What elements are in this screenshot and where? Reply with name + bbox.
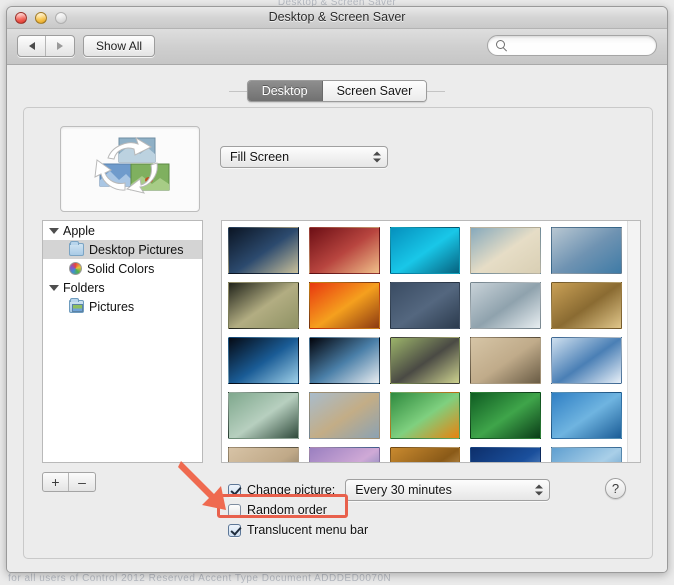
sidebar-group-folders-label: Folders [63,280,105,295]
sidebar-item-pictures[interactable]: Pictures [43,297,202,316]
tab-rule-right [427,90,446,92]
wallpaper-grid-scrollbar[interactable] [627,221,640,462]
stepper-arrows-icon [535,484,544,496]
wallpaper-thumbnail-andromeda-galaxy[interactable] [228,227,299,274]
wallpaper-thumbnail-lion-portrait[interactable] [389,447,461,462]
disclosure-triangle-icon[interactable] [49,284,59,291]
preference-pane-body: Desktop Screen Saver Fill Screen Apple D… [7,65,667,572]
change-interval-value: Every 30 minutes [355,483,452,497]
sidebar-group-apple-label: Apple [63,223,95,238]
wallpaper-thumbnail-green-grass-blades[interactable] [470,392,542,439]
wallpaper-thumbnail-dry-grass-night[interactable] [228,282,299,329]
forward-button[interactable] [46,36,74,56]
translucent-menu-bar-checkbox[interactable] [228,523,241,537]
collection-sidebar[interactable]: Apple Desktop Pictures Solid Colors Fold… [42,220,203,463]
wallpaper-thumbnail-wildebeest-plain[interactable] [470,337,542,384]
wallpaper-thumbnail-antelope-canyon[interactable] [308,227,380,274]
wallpaper-thumbnail-purple-nebula-sky[interactable] [308,447,380,462]
pictures-folder-icon [69,298,84,313]
random-order-row: Random order [228,500,654,520]
stepper-arrows-icon [373,151,381,163]
wallpaper-thumbnail-blue-water-waves[interactable] [389,227,461,274]
wallpaper-thumbnail-golden-canyon-bird[interactable] [551,282,622,329]
window-title: Desktop & Screen Saver [268,10,406,24]
show-all-button[interactable]: Show All [83,35,156,57]
wallpaper-thumbnail-elephant-savanna[interactable] [389,337,461,384]
window-titlebar: Desktop & Screen Saver [7,7,667,29]
sidebar-item-pictures-label: Pictures [89,299,135,314]
sidebar-item-solid-colors[interactable]: Solid Colors [43,259,202,278]
change-picture-checkbox[interactable] [228,483,241,497]
window-toolbar: Show All [7,29,667,65]
random-order-label: Random order [247,503,327,517]
sidebar-item-desktop-pictures-label: Desktop Pictures [89,242,184,257]
help-button[interactable]: ? [605,478,626,499]
tab-group: Desktop Screen Saver [246,80,428,102]
wallpaper-thumbnail-lily-pads-pond[interactable] [228,392,299,439]
shuffle-rotate-icon [94,136,170,194]
disclosure-triangle-icon[interactable] [49,227,59,234]
translucent-menu-bar-row: Translucent menu bar [228,520,654,540]
wallpaper-thumbnail-deep-blue-night[interactable] [470,447,542,462]
change-picture-row: Change picture: Every 30 minutes [228,479,654,501]
sidebar-group-folders[interactable]: Folders [43,278,202,297]
wallpaper-thumbnail-light-blue-sky[interactable] [551,447,622,462]
background-text-bottom: for all users of Control 2012 Reserved A… [8,573,392,584]
random-order-checkbox[interactable] [228,503,241,517]
navigation-buttons [17,35,75,57]
tab-rule-left [228,90,247,92]
sidebar-item-solid-colors-label: Solid Colors [87,261,155,276]
wallpaper-thumbnail-beach-sand-shore[interactable] [470,227,542,274]
preferences-window: Desktop & Screen Saver Show All Desktop … [6,6,668,573]
scale-popup-button[interactable]: Fill Screen [220,146,388,168]
wallpaper-thumbnail-green-frog-leaf[interactable] [389,392,461,439]
wallpaper-thumbnail-blue-ice-texture[interactable] [551,392,622,439]
change-picture-label: Change picture: [247,483,336,497]
folder-icon [69,241,84,256]
sidebar-item-desktop-pictures[interactable]: Desktop Pictures [43,240,202,259]
wallpaper-thumbnail-blurred-shoreline[interactable] [308,392,380,439]
wallpaper-thumbnail-earth-horizon[interactable] [308,337,380,384]
sidebar-group-apple[interactable]: Apple [43,221,202,240]
color-wheel-icon [69,262,82,275]
wallpaper-grid[interactable] [222,221,640,462]
wallpaper-thumbnail-blue-gradient-waves[interactable] [389,282,461,329]
back-arrow-icon [28,42,35,50]
wallpaper-thumbnail-orange-abstract[interactable] [308,282,380,329]
wallpaper-grid-container[interactable] [221,220,641,463]
scale-popup-value: Fill Screen [230,150,290,164]
desktop-options: Change picture: Every 30 minutes Random … [24,478,654,540]
desktop-preview-well[interactable] [60,126,200,212]
forward-arrow-icon [57,42,63,50]
wallpaper-thumbnail-blue-birch-forest[interactable] [551,227,622,274]
wallpaper-thumbnail-frozen-river-ice[interactable] [551,337,622,384]
tab-screen-saver[interactable]: Screen Saver [322,81,427,101]
search-field[interactable] [487,35,657,56]
change-interval-popup-button[interactable]: Every 30 minutes [345,479,551,501]
search-input[interactable] [512,38,642,53]
wallpaper-thumbnail-desert-dune-tan[interactable] [228,447,299,462]
tab-bar: Desktop Screen Saver [7,80,667,102]
back-button[interactable] [18,36,46,56]
wallpaper-thumbnail-misty-lake[interactable] [470,282,542,329]
desktop-tab-content: Fill Screen Apple Desktop Pictures Solid [23,107,653,559]
search-icon [496,40,507,51]
tab-desktop[interactable]: Desktop [247,81,323,101]
wallpaper-thumbnail-earth-from-space[interactable] [228,337,299,384]
translucent-menu-bar-label: Translucent menu bar [247,523,369,537]
